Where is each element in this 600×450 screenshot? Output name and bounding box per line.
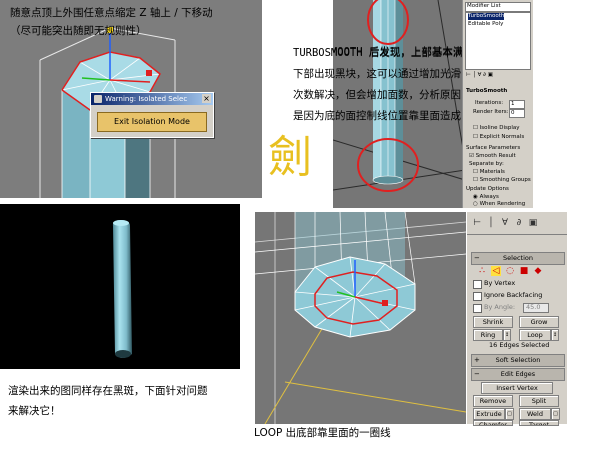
chamfer-button[interactable]: Chamfer (473, 420, 513, 426)
modifier-list-label: Modifier List (467, 3, 501, 9)
viewport-bottom[interactable] (255, 212, 466, 424)
shrink-button[interactable]: Shrink (473, 316, 513, 328)
smoothing-groups-label: Smoothing Groups (479, 177, 531, 183)
always-radio[interactable]: ◉ Always (473, 194, 499, 201)
target-weld-button[interactable]: Target Weld (519, 420, 559, 426)
iterations-label: Iterations: (475, 100, 504, 106)
dialog-title-bar[interactable]: Warning: Isolated Selec × (91, 93, 213, 105)
explicit-normals-label: Explicit Normals (479, 134, 525, 140)
weld-button[interactable]: Weld (519, 408, 551, 420)
extrude-settings-button[interactable]: □ (505, 408, 514, 420)
stack-item-turbosmooth[interactable]: TurboSmooth (468, 13, 505, 20)
remove-modifier-icon[interactable]: ∂ (513, 216, 525, 230)
modifier-panel: Modifier List TurboSmooth Editable Poly … (462, 0, 533, 208)
selection-status: 16 Edges Selected (489, 341, 550, 349)
edge-mode-icon[interactable]: ◁ (491, 266, 501, 276)
surface-parameters-title: Surface Parameters (466, 145, 521, 151)
selection-rollout-title: Selection (503, 254, 533, 262)
insert-vertex-button[interactable]: Insert Vertex (481, 382, 553, 394)
polygon-mode-icon[interactable]: ■ (519, 266, 529, 276)
isolation-warning-dialog: Warning: Isolated Selec × Exit Isolation… (90, 92, 214, 138)
render-iters-label: Render Iters: (473, 109, 509, 115)
render-iters-spinner[interactable]: 0 (509, 109, 525, 118)
isoline-display-checkbox[interactable]: ☐ Isoline Display (473, 125, 520, 132)
caption-top-left: 随意点顶上外围任意点缩定 Z 轴上 / 下移动 （尽可能突出随即无规则性） (10, 4, 260, 40)
exit-isolation-mode-button[interactable]: Exit Isolation Mode (97, 112, 207, 132)
iterations-spinner[interactable]: 1 (509, 100, 525, 109)
model-loop-view (255, 212, 466, 424)
app-icon (94, 95, 102, 103)
edit-edges-rollout-title: Edit Edges (500, 370, 536, 378)
border-mode-icon[interactable]: ◌ (505, 266, 515, 276)
vertex-mode-icon[interactable]: ∴ (477, 266, 487, 276)
always-label: Always (479, 194, 499, 200)
loop-note: LOOP 出底部靠里面的一圈线 (254, 427, 391, 439)
render-iters-value: 0 (511, 110, 515, 116)
extrude-button[interactable]: Extrude (473, 408, 505, 420)
by-angle-label: By Angle: (484, 303, 516, 311)
loop-spinner[interactable]: ↕ (551, 329, 559, 341)
make-unique-icon[interactable]: ∀ (499, 216, 511, 230)
ring-button[interactable]: Ring (473, 329, 503, 341)
render-note-line2: 来解决它！ (8, 405, 61, 417)
ignore-backfacing-label: Ignore Backfacing (484, 291, 543, 299)
stack-item-editable-poly[interactable]: Editable Poly (468, 21, 503, 28)
viewport-top-left[interactable]: 随意点顶上外围任意点缩定 Z 轴上 / 下移动 （尽可能突出随即无规则性） Wa… (0, 0, 262, 198)
loop-button[interactable]: Loop (519, 329, 551, 341)
by-angle-checkbox[interactable] (473, 304, 482, 313)
materials-checkbox[interactable]: ☐ Materials (473, 169, 505, 176)
turbosmooth-section-title: TurboSmooth (466, 88, 508, 94)
smooth-result-label: Smooth Result (475, 153, 516, 159)
iterations-value: 1 (511, 101, 515, 107)
weld-settings-button[interactable]: □ (551, 408, 560, 420)
caption-top-left-line1: 随意点顶上外围任意点缩定 Z 轴上 / 下移动 (10, 7, 213, 19)
explicit-normals-checkbox[interactable]: ☐ Explicit Normals (473, 134, 524, 141)
by-angle-spinner[interactable]: 45.0 (523, 303, 549, 313)
modifier-list-dropdown[interactable]: Modifier List (465, 2, 531, 12)
dialog-title: Warning: Isolated Selec (105, 95, 188, 103)
ring-spinner[interactable]: ↕ (503, 329, 511, 341)
update-options-title: Update Options (466, 186, 509, 192)
show-end-result-icon[interactable]: │ (485, 216, 497, 230)
when-rendering-label: When Rendering (479, 201, 526, 207)
watermark-logo: 劍 (268, 132, 312, 183)
edit-edges-rollout-header[interactable]: − Edit Edges (471, 368, 565, 381)
isoline-display-label: Isoline Display (479, 125, 520, 131)
element-mode-icon[interactable]: ◆ (533, 266, 543, 276)
command-panel: ⊢ │ ∀ ∂ ▣ − Selection ∴ ◁ ◌ ■ ◆ By Verte… (466, 212, 567, 426)
separate-by-label: Separate by: (469, 161, 504, 167)
modifier-stack[interactable]: TurboSmooth Editable Poly (465, 12, 531, 70)
remove-button[interactable]: Remove (473, 395, 513, 407)
split-button[interactable]: Split (519, 395, 559, 407)
configure-sets-icon[interactable]: ▣ (527, 216, 539, 230)
soft-selection-rollout-header[interactable]: + Soft Selection (471, 354, 565, 367)
by-angle-value: 45.0 (526, 303, 541, 311)
render-note-line1: 渲染出来的图同样存在黑斑，下面针对问题 (8, 385, 208, 397)
render-note: 渲染出来的图同样存在黑斑，下面针对问题 来解决它！ (8, 381, 258, 421)
smooth-result-checkbox[interactable]: ☑ Smooth Result (469, 153, 516, 160)
command-panel-tabs: ⊢ │ ∀ ∂ ▣ (467, 212, 567, 235)
grow-button[interactable]: Grow (519, 316, 559, 328)
smoothing-groups-checkbox[interactable]: ☐ Smoothing Groups (473, 177, 531, 184)
render-preview (0, 204, 240, 369)
rendered-column (112, 220, 132, 358)
when-rendering-radio[interactable]: ○ When Rendering (473, 201, 525, 208)
ignore-backfacing-checkbox[interactable] (473, 292, 482, 301)
modifier-stack-tools: ⊢ │ ∀ ∂ ▣ (466, 72, 493, 78)
materials-label: Materials (479, 169, 505, 175)
caption-top-left-line2: （尽可能突出随即无规则性） (10, 25, 147, 37)
selection-rollout-header[interactable]: − Selection (471, 252, 565, 265)
by-vertex-checkbox[interactable] (473, 280, 482, 289)
by-vertex-label: By Vertex (484, 279, 516, 287)
pin-stack-icon[interactable]: ⊢ (471, 216, 483, 230)
close-icon[interactable]: × (202, 94, 211, 103)
soft-selection-rollout-title: Soft Selection (495, 356, 541, 364)
